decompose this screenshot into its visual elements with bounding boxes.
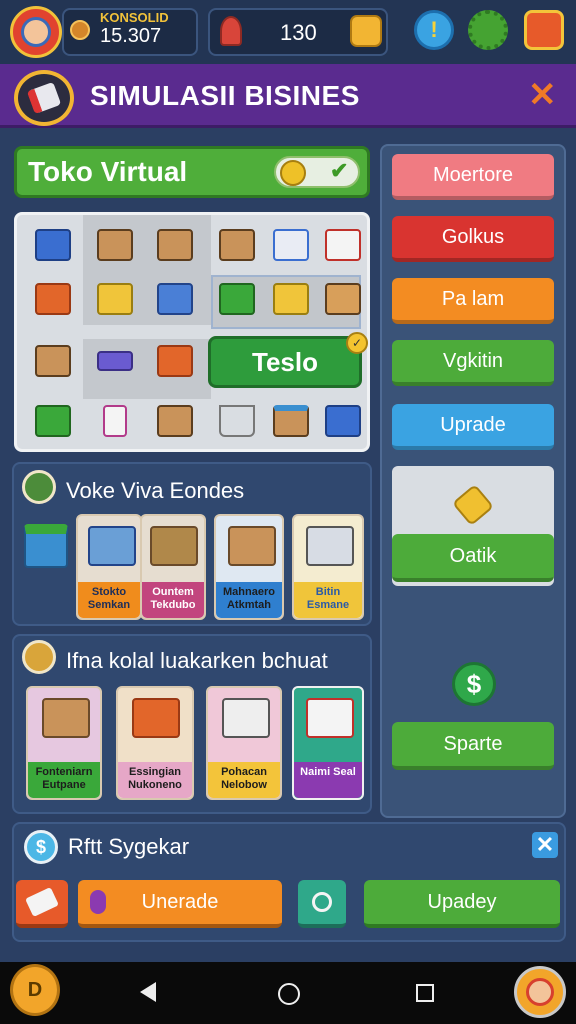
section-1-title: Voke Viva Eondes <box>66 478 245 503</box>
coin-icon <box>70 20 90 40</box>
product-slot[interactable] <box>145 391 205 449</box>
product-slot[interactable] <box>145 215 205 275</box>
offer-card[interactable]: Essingian Nukoneno <box>116 686 194 800</box>
money-icon: $ <box>24 830 58 864</box>
offer-card[interactable]: Naimi Seal <box>292 686 364 800</box>
close-icon[interactable]: ✕ <box>532 832 558 858</box>
store-name: Toko Virtual <box>28 156 188 187</box>
product-slot[interactable] <box>23 331 83 391</box>
player-avatar[interactable] <box>10 6 62 58</box>
avatar-face <box>21 17 51 47</box>
recent-apps-icon[interactable] <box>416 984 434 1002</box>
product-slot[interactable] <box>23 269 83 329</box>
back-icon[interactable] <box>140 982 156 1002</box>
offer-card[interactable]: Pohacan Nelobow <box>206 686 282 800</box>
reward-box-icon[interactable] <box>350 15 382 47</box>
coin-bag-icon <box>22 640 56 674</box>
product-slot[interactable] <box>207 269 267 329</box>
product-slot[interactable] <box>207 215 267 275</box>
tag-icon <box>90 890 106 914</box>
card-label: Fonteniarn Eutpane <box>28 762 100 798</box>
machine-icon <box>306 526 354 566</box>
section-2-title: Ifna kolal luakarken bchuat <box>66 648 328 673</box>
product-slot[interactable] <box>23 391 83 449</box>
coin-label: KONSOLID <box>100 10 169 25</box>
product-slot[interactable] <box>261 269 321 329</box>
info-button[interactable]: ! <box>414 10 454 50</box>
card-label: Bitin Esmane <box>294 582 362 618</box>
category-card[interactable]: Stokto Semkan <box>76 514 142 620</box>
check-icon: ✔ <box>330 158 349 183</box>
unerade-button[interactable]: Unerade <box>78 880 282 928</box>
notification-badge: ✓ <box>346 332 368 354</box>
eraser-icon <box>25 887 59 917</box>
box-icon <box>228 526 276 566</box>
card-label: Mahnaero Atkmtah <box>216 582 282 618</box>
link-button[interactable] <box>298 880 346 928</box>
card-label: Ountem Tekdubo <box>142 582 204 618</box>
card-label: Stokto Semkan <box>78 582 140 618</box>
avatar-face <box>526 978 554 1006</box>
card-label: Naimi Seal <box>294 762 362 798</box>
exit-icon[interactable] <box>524 10 564 50</box>
product-slot[interactable] <box>261 215 321 275</box>
gift-box-icon <box>306 698 354 738</box>
box-icon <box>132 698 180 738</box>
teslo-button[interactable]: Teslo <box>208 336 362 388</box>
bottom-panel-title: Rftt Sygekar <box>68 834 190 859</box>
close-icon[interactable]: ✕ <box>528 78 557 112</box>
card-label: Pohacan Nelobow <box>208 762 280 798</box>
product-slot[interactable] <box>313 215 367 275</box>
profile-avatar[interactable] <box>514 966 566 1018</box>
product-slot[interactable] <box>313 391 367 449</box>
category-card[interactable]: Mahnaero Atkmtah <box>214 514 284 620</box>
rocket-icon <box>22 470 56 504</box>
card-label: Essingian Nukoneno <box>118 762 192 798</box>
upadey-button[interactable]: Upadey <box>364 880 560 928</box>
product-slot[interactable] <box>85 391 145 449</box>
eraser-button[interactable] <box>16 880 68 928</box>
crate-icon <box>150 526 198 566</box>
product-slot[interactable] <box>85 331 145 391</box>
sidebar-button-golkus[interactable]: Golkus <box>392 216 554 262</box>
gear-icon[interactable] <box>468 10 508 50</box>
gem-value: 130 <box>280 20 317 45</box>
unerade-label: Unerade <box>141 890 219 913</box>
coin-value: 15.307 <box>100 25 162 47</box>
product-slot[interactable] <box>313 269 367 329</box>
shopping-cart-icon[interactable] <box>207 391 267 449</box>
category-card[interactable]: Ountem Tekdubo <box>140 514 206 620</box>
key-icon <box>220 16 242 46</box>
sidebar-button-uprade[interactable]: Uprade <box>392 404 554 450</box>
page-title: SIMULASII BISINES <box>90 80 360 111</box>
offer-card[interactable]: Fonteniarn Eutpane <box>26 686 102 800</box>
product-slot[interactable] <box>85 215 145 275</box>
product-slot[interactable] <box>85 269 145 329</box>
store-shelf <box>14 212 370 452</box>
sidebar-button-moertore[interactable]: Moertore <box>392 154 554 200</box>
cube-icon <box>24 524 68 568</box>
product-slot[interactable] <box>145 331 205 391</box>
box-icon <box>42 698 90 738</box>
product-slot[interactable] <box>23 215 83 275</box>
dollar-icon[interactable]: $ <box>452 662 496 706</box>
product-slot[interactable] <box>261 391 321 449</box>
sidebar-button-vgkitin[interactable]: Vgkitin <box>392 340 554 386</box>
oatik-button[interactable]: Oatik <box>392 534 554 582</box>
link-icon <box>312 892 332 912</box>
business-logo-icon <box>14 70 74 126</box>
sidebar-button-palam[interactable]: Pa lam <box>392 278 554 324</box>
sparte-button[interactable]: Sparte <box>392 722 554 770</box>
toggle-knob-icon <box>280 160 306 186</box>
info-icon: ! <box>430 17 438 42</box>
daily-reward-button[interactable]: D <box>10 964 60 1016</box>
box-icon <box>222 698 270 738</box>
shop-icon <box>88 526 136 566</box>
home-icon[interactable] <box>278 983 300 1005</box>
category-card[interactable]: Bitin Esmane <box>292 514 364 620</box>
product-slot[interactable] <box>145 269 205 329</box>
